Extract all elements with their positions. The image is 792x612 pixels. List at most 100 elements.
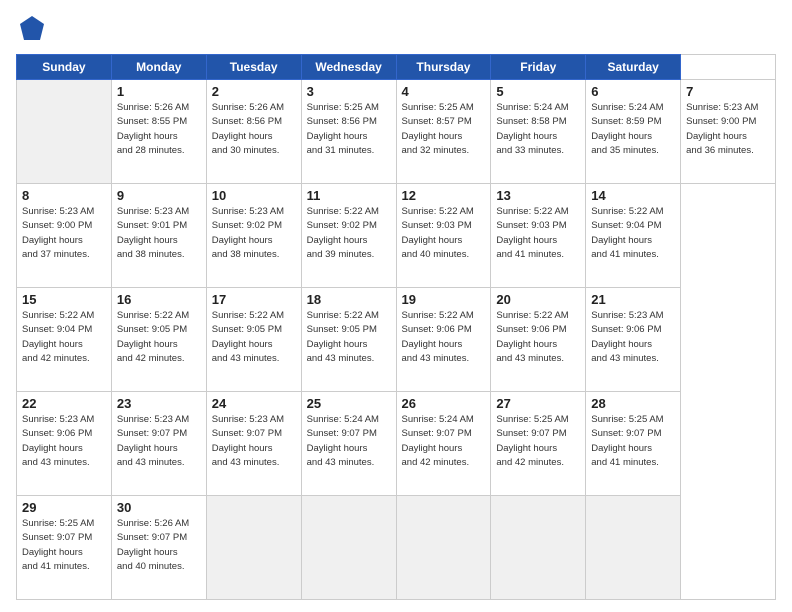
day-number: 14 [591,188,675,203]
calendar-header-row: SundayMondayTuesdayWednesdayThursdayFrid… [17,55,776,80]
calendar-header-sunday: Sunday [17,55,112,80]
day-number: 24 [212,396,296,411]
calendar-table: SundayMondayTuesdayWednesdayThursdayFrid… [16,54,776,600]
day-number: 8 [22,188,106,203]
day-info: Sunrise: 5:26 AMSunset: 8:56 PMDaylight … [212,102,284,156]
day-info: Sunrise: 5:23 AMSunset: 9:01 PMDaylight … [117,206,189,260]
day-number: 3 [307,84,391,99]
day-number: 15 [22,292,106,307]
day-info: Sunrise: 5:22 AMSunset: 9:05 PMDaylight … [307,310,379,364]
day-cell-5: 5 Sunrise: 5:24 AMSunset: 8:58 PMDayligh… [491,80,586,184]
day-cell-26: 26 Sunrise: 5:24 AMSunset: 9:07 PMDaylig… [396,392,491,496]
day-info: Sunrise: 5:22 AMSunset: 9:06 PMDaylight … [402,310,474,364]
day-cell-23: 23 Sunrise: 5:23 AMSunset: 9:07 PMDaylig… [111,392,206,496]
day-cell-19: 19 Sunrise: 5:22 AMSunset: 9:06 PMDaylig… [396,288,491,392]
calendar-week-3: 15 Sunrise: 5:22 AMSunset: 9:04 PMDaylig… [17,288,776,392]
day-cell-28: 28 Sunrise: 5:25 AMSunset: 9:07 PMDaylig… [586,392,681,496]
day-cell-11: 11 Sunrise: 5:22 AMSunset: 9:02 PMDaylig… [301,184,396,288]
day-cell-7: 7 Sunrise: 5:23 AMSunset: 9:00 PMDayligh… [681,80,776,184]
day-number: 5 [496,84,580,99]
logo [16,12,52,44]
day-info: Sunrise: 5:25 AMSunset: 9:07 PMDaylight … [591,414,663,468]
calendar-header-tuesday: Tuesday [206,55,301,80]
day-info: Sunrise: 5:23 AMSunset: 9:06 PMDaylight … [22,414,94,468]
day-number: 22 [22,396,106,411]
day-number: 23 [117,396,201,411]
day-info: Sunrise: 5:23 AMSunset: 9:02 PMDaylight … [212,206,284,260]
day-number: 26 [402,396,486,411]
day-number: 21 [591,292,675,307]
day-number: 27 [496,396,580,411]
day-info: Sunrise: 5:25 AMSunset: 8:56 PMDaylight … [307,102,379,156]
calendar-header-friday: Friday [491,55,586,80]
day-cell-14: 14 Sunrise: 5:22 AMSunset: 9:04 PMDaylig… [586,184,681,288]
day-cell-30: 30 Sunrise: 5:26 AMSunset: 9:07 PMDaylig… [111,496,206,600]
day-info: Sunrise: 5:22 AMSunset: 9:04 PMDaylight … [591,206,663,260]
day-number: 12 [402,188,486,203]
day-cell-6: 6 Sunrise: 5:24 AMSunset: 8:59 PMDayligh… [586,80,681,184]
day-cell-24: 24 Sunrise: 5:23 AMSunset: 9:07 PMDaylig… [206,392,301,496]
day-cell-15: 15 Sunrise: 5:22 AMSunset: 9:04 PMDaylig… [17,288,112,392]
day-cell-21: 21 Sunrise: 5:23 AMSunset: 9:06 PMDaylig… [586,288,681,392]
day-info: Sunrise: 5:25 AMSunset: 8:57 PMDaylight … [402,102,474,156]
day-cell-25: 25 Sunrise: 5:24 AMSunset: 9:07 PMDaylig… [301,392,396,496]
empty-cell [206,496,301,600]
day-info: Sunrise: 5:26 AMSunset: 8:55 PMDaylight … [117,102,189,156]
day-cell-4: 4 Sunrise: 5:25 AMSunset: 8:57 PMDayligh… [396,80,491,184]
empty-cell [301,496,396,600]
calendar-week-1: 1 Sunrise: 5:26 AMSunset: 8:55 PMDayligh… [17,80,776,184]
empty-cell [491,496,586,600]
day-number: 4 [402,84,486,99]
day-info: Sunrise: 5:26 AMSunset: 9:07 PMDaylight … [117,518,189,572]
day-number: 10 [212,188,296,203]
day-info: Sunrise: 5:22 AMSunset: 9:03 PMDaylight … [402,206,474,260]
day-cell-17: 17 Sunrise: 5:22 AMSunset: 9:05 PMDaylig… [206,288,301,392]
day-info: Sunrise: 5:24 AMSunset: 8:59 PMDaylight … [591,102,663,156]
day-cell-22: 22 Sunrise: 5:23 AMSunset: 9:06 PMDaylig… [17,392,112,496]
day-info: Sunrise: 5:22 AMSunset: 9:03 PMDaylight … [496,206,568,260]
calendar-header-monday: Monday [111,55,206,80]
day-number: 25 [307,396,391,411]
day-info: Sunrise: 5:22 AMSunset: 9:02 PMDaylight … [307,206,379,260]
day-number: 18 [307,292,391,307]
day-number: 20 [496,292,580,307]
calendar-body: 1 Sunrise: 5:26 AMSunset: 8:55 PMDayligh… [17,80,776,600]
calendar-week-2: 8 Sunrise: 5:23 AMSunset: 9:00 PMDayligh… [17,184,776,288]
day-info: Sunrise: 5:23 AMSunset: 9:07 PMDaylight … [117,414,189,468]
day-number: 17 [212,292,296,307]
day-number: 30 [117,500,201,515]
calendar-week-4: 22 Sunrise: 5:23 AMSunset: 9:06 PMDaylig… [17,392,776,496]
header [16,12,776,44]
day-info: Sunrise: 5:25 AMSunset: 9:07 PMDaylight … [22,518,94,572]
day-info: Sunrise: 5:24 AMSunset: 8:58 PMDaylight … [496,102,568,156]
day-cell-3: 3 Sunrise: 5:25 AMSunset: 8:56 PMDayligh… [301,80,396,184]
day-info: Sunrise: 5:25 AMSunset: 9:07 PMDaylight … [496,414,568,468]
day-cell-13: 13 Sunrise: 5:22 AMSunset: 9:03 PMDaylig… [491,184,586,288]
day-number: 1 [117,84,201,99]
day-number: 29 [22,500,106,515]
day-number: 16 [117,292,201,307]
day-number: 19 [402,292,486,307]
day-number: 11 [307,188,391,203]
day-cell-2: 2 Sunrise: 5:26 AMSunset: 8:56 PMDayligh… [206,80,301,184]
day-info: Sunrise: 5:24 AMSunset: 9:07 PMDaylight … [307,414,379,468]
day-number: 9 [117,188,201,203]
day-info: Sunrise: 5:23 AMSunset: 9:07 PMDaylight … [212,414,284,468]
day-number: 2 [212,84,296,99]
day-info: Sunrise: 5:24 AMSunset: 9:07 PMDaylight … [402,414,474,468]
day-cell-18: 18 Sunrise: 5:22 AMSunset: 9:05 PMDaylig… [301,288,396,392]
day-info: Sunrise: 5:23 AMSunset: 9:00 PMDaylight … [22,206,94,260]
day-number: 13 [496,188,580,203]
day-cell-29: 29 Sunrise: 5:25 AMSunset: 9:07 PMDaylig… [17,496,112,600]
empty-cell [586,496,681,600]
empty-cell [396,496,491,600]
day-cell-8: 8 Sunrise: 5:23 AMSunset: 9:00 PMDayligh… [17,184,112,288]
day-cell-1: 1 Sunrise: 5:26 AMSunset: 8:55 PMDayligh… [111,80,206,184]
calendar-header-wednesday: Wednesday [301,55,396,80]
day-cell-16: 16 Sunrise: 5:22 AMSunset: 9:05 PMDaylig… [111,288,206,392]
day-cell-27: 27 Sunrise: 5:25 AMSunset: 9:07 PMDaylig… [491,392,586,496]
day-info: Sunrise: 5:22 AMSunset: 9:04 PMDaylight … [22,310,94,364]
calendar-header-saturday: Saturday [586,55,681,80]
empty-cell [17,80,112,184]
day-number: 6 [591,84,675,99]
